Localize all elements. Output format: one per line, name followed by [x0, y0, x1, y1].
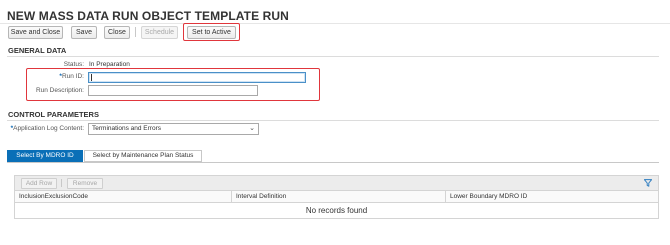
tab-select-by-maintenance-plan-status[interactable]: Select by Maintenance Plan Status: [84, 150, 202, 162]
close-button[interactable]: Close: [104, 26, 130, 39]
column-header-inclusion-exclusion-code[interactable]: InclusionExclusionCode: [15, 191, 231, 202]
save-and-close-button[interactable]: Save and Close: [8, 26, 63, 39]
column-header-interval-definition[interactable]: Interval Definition: [232, 191, 445, 202]
column-header-lower-boundary-mdro-id[interactable]: Lower Boundary MDRO ID: [446, 191, 658, 202]
title-divider: [0, 23, 670, 24]
chevron-down-icon: ⌄: [249, 125, 255, 132]
app-log-content-select[interactable]: Terminations and Errors ⌄: [88, 123, 259, 135]
app-log-content-label: *Application Log Content:: [4, 125, 84, 132]
general-data-heading: GENERAL DATA: [8, 46, 67, 55]
highlight-box-run-fields: [26, 68, 320, 101]
mdro-selection-table: Add Row Remove InclusionExclusionCode In…: [14, 175, 659, 219]
status-label: Status:: [63, 61, 84, 68]
page-title: NEW MASS DATA RUN OBJECT TEMPLATE RUN: [7, 9, 289, 23]
highlight-box-set-to-active: [183, 23, 240, 41]
app-log-content-label-text: Application Log Content:: [13, 125, 84, 132]
save-button[interactable]: Save: [71, 26, 97, 39]
table-toolbar-separator: [61, 179, 62, 187]
table-toolbar: Add Row Remove: [15, 176, 658, 191]
toolbar-separator: [135, 27, 136, 37]
app-log-content-value: Terminations and Errors: [92, 125, 161, 132]
empty-table-message: No records found: [15, 203, 658, 218]
control-parameters-divider: [7, 120, 659, 121]
schedule-button[interactable]: Schedule: [141, 26, 178, 39]
filter-icon[interactable]: [644, 179, 652, 187]
tab-select-by-mdro-id[interactable]: Select By MDRO ID: [7, 150, 83, 162]
page: NEW MASS DATA RUN OBJECT TEMPLATE RUN Sa…: [0, 0, 670, 245]
remove-button[interactable]: Remove: [67, 178, 103, 189]
control-parameters-heading: CONTROL PARAMETERS: [8, 110, 99, 119]
tab-strip-divider: [7, 162, 659, 163]
general-data-divider: [7, 56, 659, 57]
add-row-button[interactable]: Add Row: [21, 178, 57, 189]
status-value: In Preparation: [89, 61, 130, 68]
